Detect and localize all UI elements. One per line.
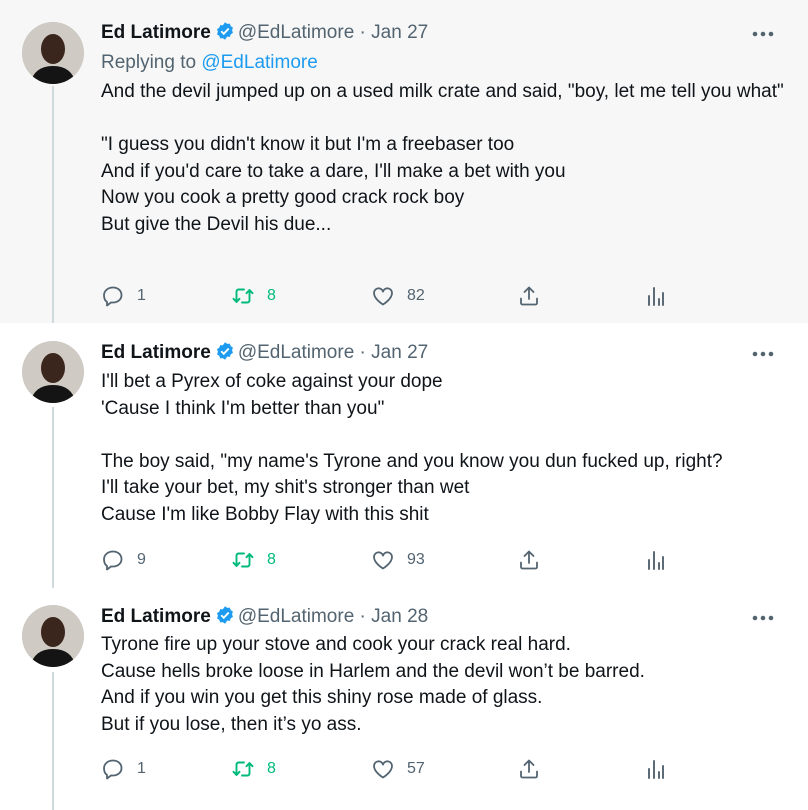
display-name[interactable]: Ed Latimore bbox=[101, 22, 211, 43]
tweet-header: Ed Latimore @EdLatimore · Jan 28 bbox=[101, 605, 428, 632]
timestamp[interactable]: Jan 28 bbox=[371, 606, 428, 627]
share-button[interactable] bbox=[517, 547, 541, 573]
reply-icon bbox=[103, 759, 123, 780]
like-count: 82 bbox=[407, 287, 425, 304]
retweet-icon bbox=[232, 552, 254, 568]
analytics-icon bbox=[648, 760, 664, 779]
analytics-button[interactable] bbox=[643, 756, 667, 782]
verified-badge-icon bbox=[215, 605, 235, 632]
retweet-button[interactable]: 8 bbox=[231, 756, 276, 782]
tweet-header: Ed Latimore @EdLatimore · Jan 27 bbox=[101, 341, 428, 368]
retweet-button[interactable]: 8 bbox=[231, 283, 276, 309]
more-options-icon[interactable] bbox=[750, 344, 776, 364]
analytics-icon bbox=[648, 287, 664, 306]
avatar[interactable] bbox=[22, 22, 84, 84]
reply-count: 1 bbox=[137, 287, 146, 304]
tweet-actions: 1 8 57 bbox=[101, 756, 681, 782]
share-button[interactable] bbox=[517, 283, 541, 309]
tweet-2[interactable]: Ed Latimore @EdLatimore · Jan 27 I'll bet… bbox=[0, 323, 808, 588]
retweet-icon bbox=[232, 761, 254, 777]
reply-icon bbox=[103, 550, 123, 571]
reply-icon bbox=[103, 286, 123, 307]
verified-badge-icon bbox=[215, 21, 235, 48]
like-icon bbox=[373, 760, 393, 779]
retweet-button[interactable]: 8 bbox=[231, 547, 276, 573]
analytics-button[interactable] bbox=[643, 547, 667, 573]
more-options-icon[interactable] bbox=[750, 608, 776, 628]
reply-count: 1 bbox=[137, 760, 146, 777]
share-button[interactable] bbox=[517, 756, 541, 782]
tweet-actions: 9 8 93 bbox=[101, 547, 681, 573]
tweet-header: Ed Latimore @EdLatimore · Jan 27 bbox=[101, 21, 428, 48]
tweet-3[interactable]: Ed Latimore @EdLatimore · Jan 28 Tyrone f… bbox=[0, 588, 808, 810]
replying-label: Replying to bbox=[101, 52, 197, 73]
replying-handle-link[interactable]: @EdLatimore bbox=[201, 52, 317, 73]
like-icon bbox=[373, 287, 393, 306]
separator-dot: · bbox=[359, 342, 366, 363]
reply-count: 9 bbox=[137, 551, 146, 568]
more-options-icon[interactable] bbox=[750, 24, 776, 44]
analytics-icon bbox=[648, 551, 664, 570]
tweet-1[interactable]: Ed Latimore @EdLatimore · Jan 27 Replying… bbox=[0, 0, 808, 323]
like-button[interactable]: 93 bbox=[371, 547, 425, 573]
display-name[interactable]: Ed Latimore bbox=[101, 606, 211, 627]
avatar[interactable] bbox=[22, 605, 84, 667]
like-button[interactable]: 82 bbox=[371, 283, 425, 309]
reply-button[interactable]: 9 bbox=[101, 547, 146, 573]
tweet-text: Tyrone fire up your stove and cook your … bbox=[101, 634, 645, 735]
avatar[interactable] bbox=[22, 341, 84, 403]
share-icon bbox=[520, 286, 538, 306]
share-icon bbox=[520, 550, 538, 570]
handle[interactable]: @EdLatimore bbox=[238, 22, 354, 43]
analytics-button[interactable] bbox=[643, 283, 667, 309]
reply-button[interactable]: 1 bbox=[101, 283, 146, 309]
like-count: 93 bbox=[407, 551, 425, 568]
retweet-count: 8 bbox=[267, 760, 276, 777]
reply-button[interactable]: 1 bbox=[101, 756, 146, 782]
like-count: 57 bbox=[407, 760, 425, 777]
replying-to: Replying to @EdLatimore bbox=[101, 51, 318, 75]
separator-dot: · bbox=[359, 22, 366, 43]
retweet-count: 8 bbox=[267, 551, 276, 568]
display-name[interactable]: Ed Latimore bbox=[101, 342, 211, 363]
handle[interactable]: @EdLatimore bbox=[238, 606, 354, 627]
retweet-icon bbox=[232, 288, 254, 304]
handle[interactable]: @EdLatimore bbox=[238, 342, 354, 363]
like-icon bbox=[373, 551, 393, 570]
tweet-actions: 1 8 82 bbox=[101, 283, 681, 309]
thread-line bbox=[52, 407, 54, 588]
timestamp[interactable]: Jan 27 bbox=[371, 342, 428, 363]
tweet-text: I'll bet a Pyrex of coke against your do… bbox=[101, 371, 723, 525]
retweet-count: 8 bbox=[267, 287, 276, 304]
separator-dot: · bbox=[359, 606, 366, 627]
thread-line bbox=[52, 86, 54, 323]
tweet-text: And the devil jumped up on a used milk c… bbox=[101, 81, 784, 235]
timestamp[interactable]: Jan 27 bbox=[371, 22, 428, 43]
like-button[interactable]: 57 bbox=[371, 756, 425, 782]
thread-line bbox=[52, 672, 54, 810]
verified-badge-icon bbox=[215, 341, 235, 368]
share-icon bbox=[520, 759, 538, 779]
